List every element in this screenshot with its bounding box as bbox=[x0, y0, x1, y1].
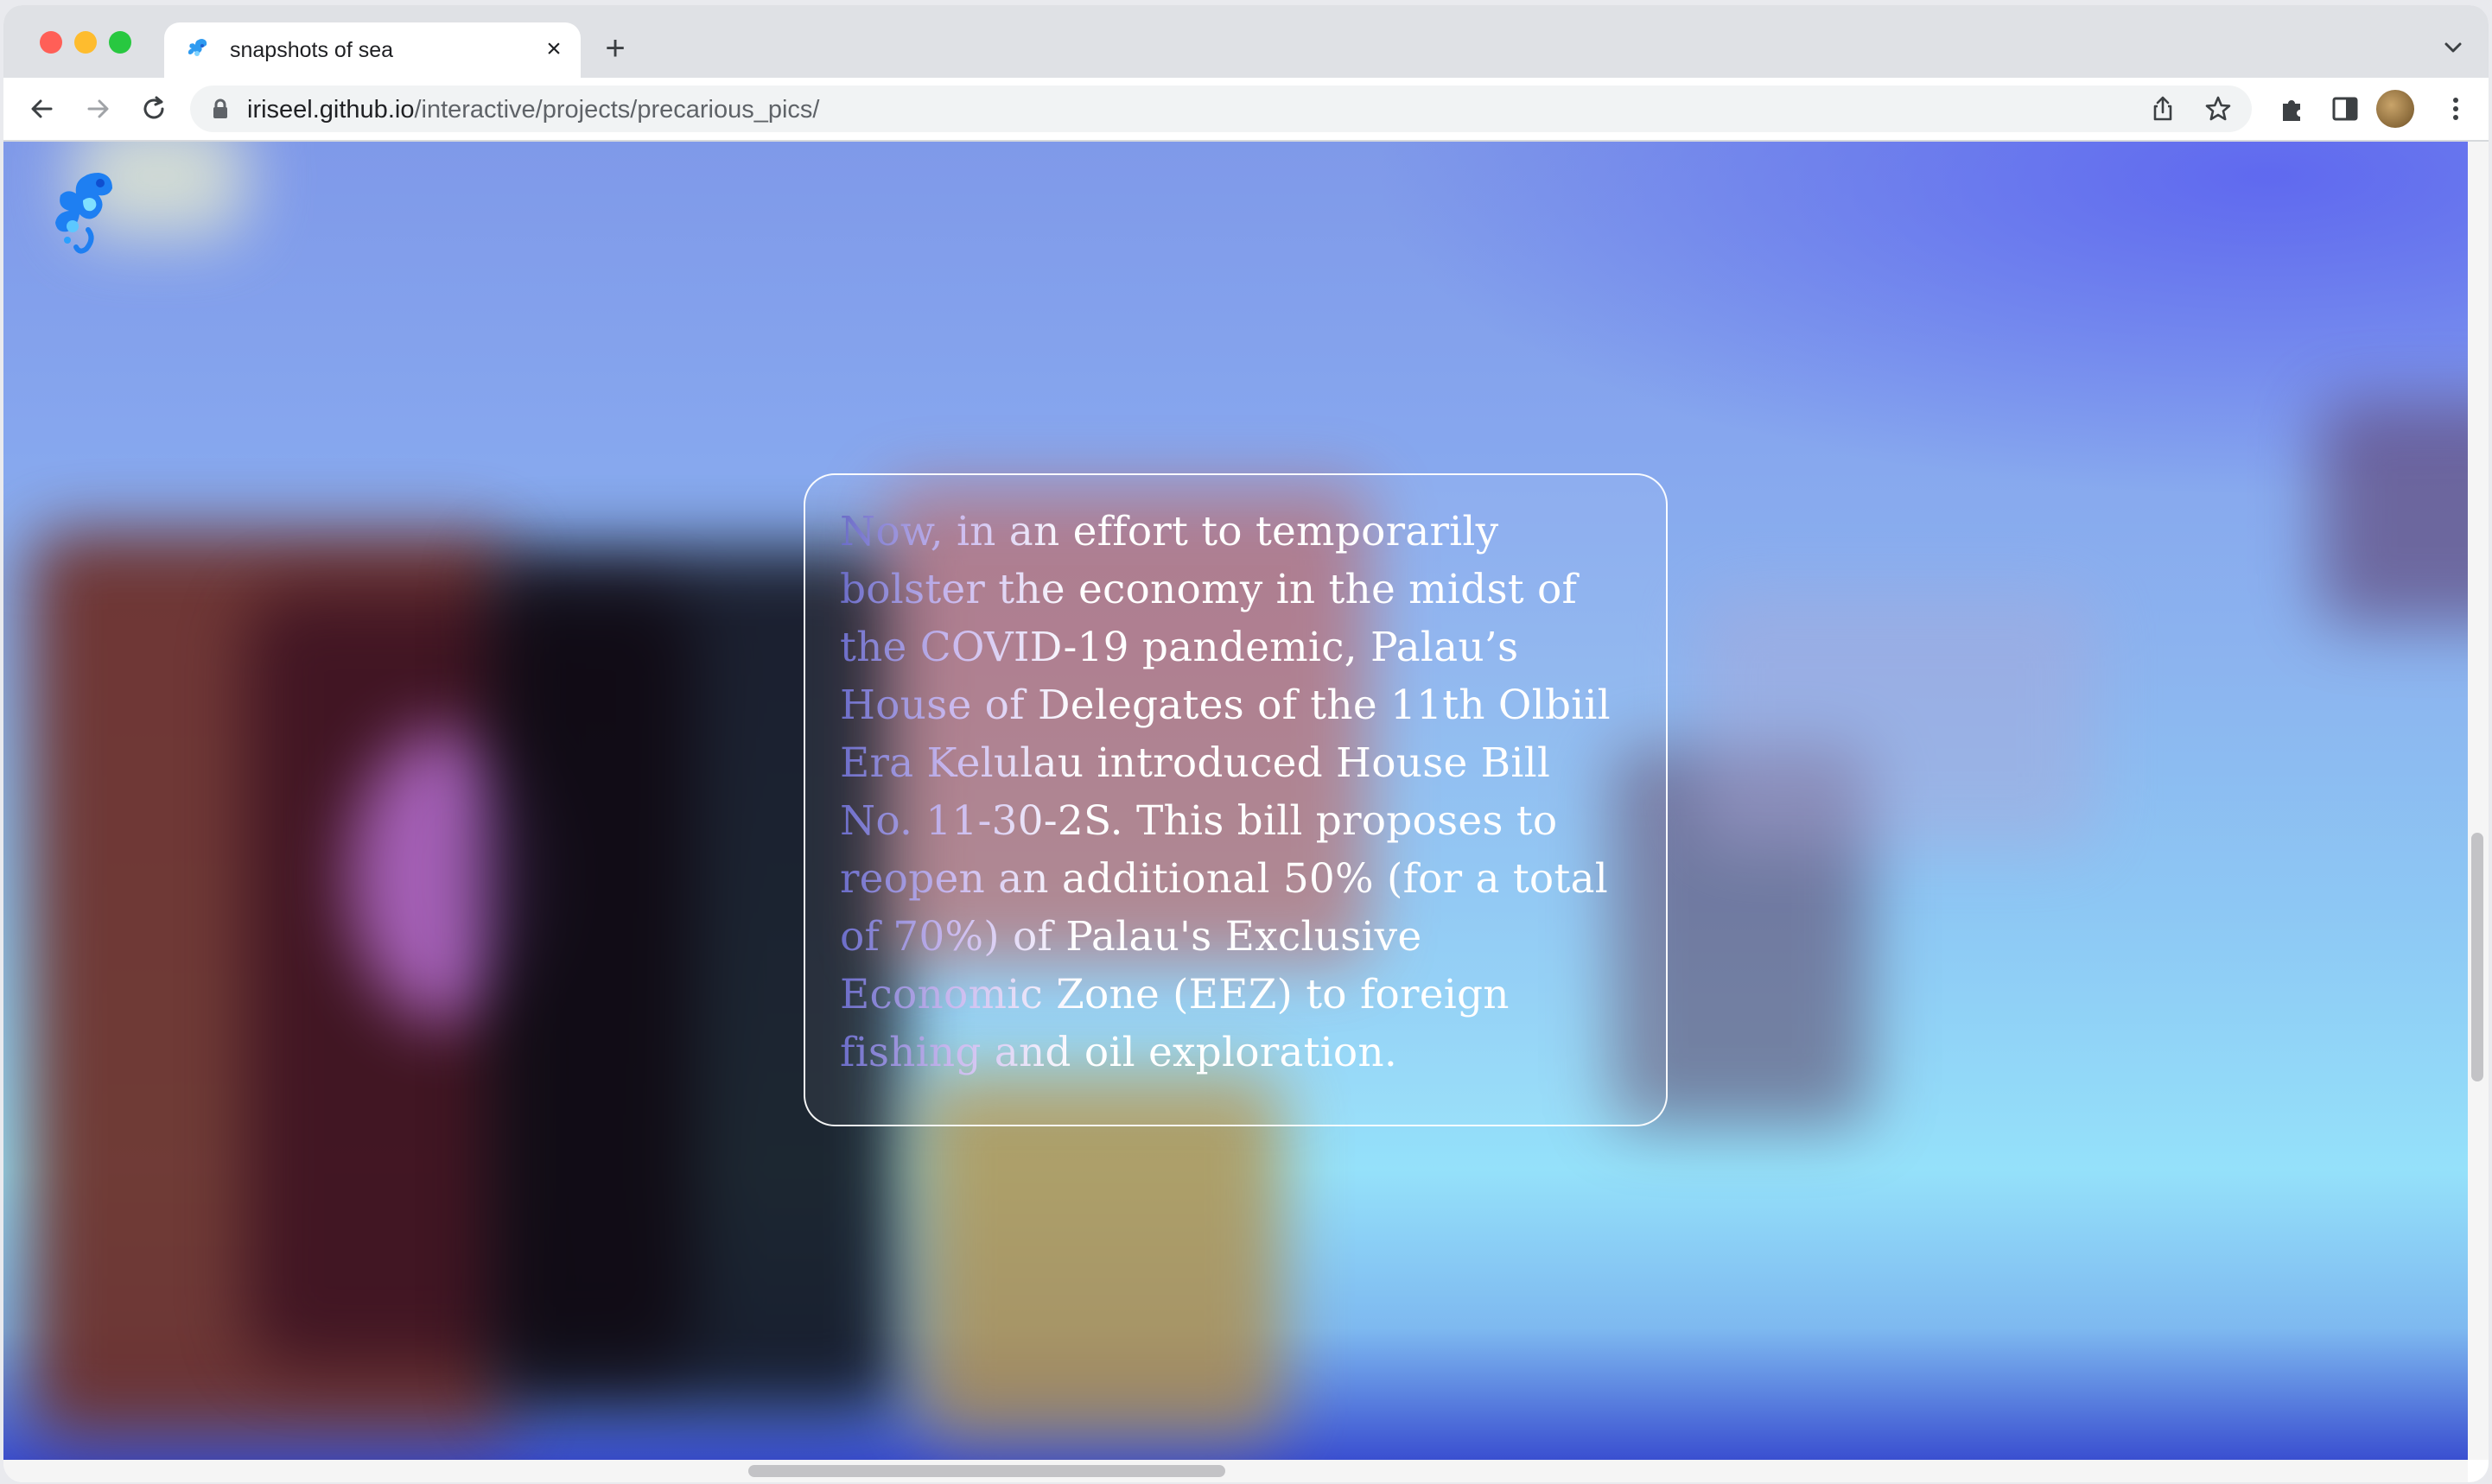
reload-icon bbox=[143, 96, 164, 119]
vertical-scrollbar-track[interactable] bbox=[2468, 142, 2489, 1460]
sea-creature-icon bbox=[188, 39, 207, 56]
text-card: Now, in an effort to temporarily bolster… bbox=[804, 473, 1668, 1126]
tab-strip: snapshots of sea × + bbox=[3, 5, 2489, 78]
minimize-window-button[interactable] bbox=[74, 31, 97, 54]
reload-button[interactable] bbox=[137, 92, 171, 126]
tab-search-chevron-icon[interactable] bbox=[2440, 35, 2466, 60]
background-glow bbox=[1300, 142, 2468, 522]
horizontal-scrollbar-thumb[interactable] bbox=[748, 1465, 1225, 1477]
url-host: iriseel.github.io bbox=[247, 96, 415, 124]
side-panel-icon[interactable] bbox=[2330, 93, 2361, 124]
tab-title: snapshots of sea bbox=[230, 38, 394, 62]
extensions-puzzle-icon[interactable] bbox=[2276, 93, 2307, 124]
vertical-scrollbar-thumb[interactable] bbox=[2471, 833, 2483, 1081]
back-button[interactable] bbox=[24, 92, 59, 126]
url-text[interactable]: iriseel.github.io/interactive/projects/p… bbox=[247, 96, 820, 124]
bookmark-star-icon[interactable] bbox=[2203, 94, 2233, 124]
forward-button[interactable] bbox=[81, 92, 116, 126]
maximize-window-button[interactable] bbox=[109, 31, 131, 54]
blurred-photo bbox=[2319, 401, 2468, 625]
lock-icon[interactable] bbox=[211, 98, 230, 119]
back-arrow-icon bbox=[31, 99, 53, 118]
browser-toolbar: iriseel.github.io/interactive/projects/p… bbox=[3, 78, 2489, 142]
share-icon[interactable] bbox=[2148, 94, 2177, 124]
page-viewport[interactable]: Now, in an effort to temporarily bolster… bbox=[3, 142, 2468, 1460]
blurred-photo bbox=[919, 1075, 1282, 1437]
card-paragraph: Now, in an effort to temporarily bolster… bbox=[840, 503, 1633, 1081]
profile-avatar[interactable] bbox=[2376, 90, 2414, 128]
new-tab-button[interactable]: + bbox=[598, 31, 633, 66]
url-path: /interactive/projects/precarious_pics/ bbox=[414, 96, 820, 124]
forward-arrow-icon bbox=[87, 99, 109, 118]
address-bar[interactable]: iriseel.github.io/interactive/projects/p… bbox=[190, 86, 2252, 132]
more-menu-icon[interactable] bbox=[2440, 93, 2471, 124]
browser-window: snapshots of sea × + iriseel.github.io/i… bbox=[3, 5, 2489, 1482]
horizontal-scrollbar-track[interactable] bbox=[3, 1460, 2468, 1482]
close-window-button[interactable] bbox=[40, 31, 62, 54]
close-tab-icon[interactable]: × bbox=[541, 36, 567, 62]
blurred-photo bbox=[1697, 591, 2095, 850]
sea-creature-logo[interactable] bbox=[48, 166, 126, 263]
active-tab[interactable]: snapshots of sea × bbox=[164, 22, 581, 78]
